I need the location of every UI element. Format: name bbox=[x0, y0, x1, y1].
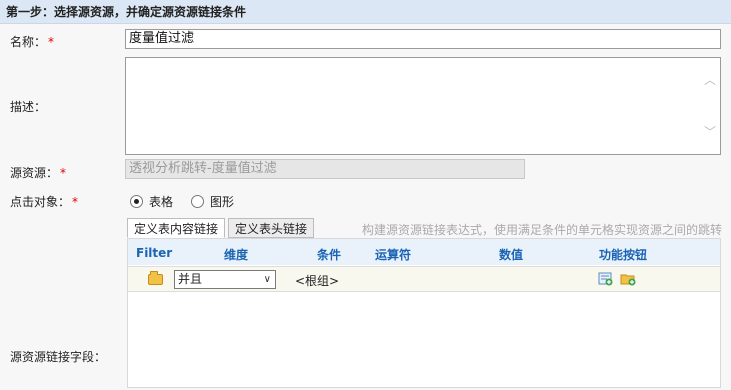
col-filter: Filter bbox=[136, 246, 173, 260]
col-dimension: 维度 bbox=[224, 248, 249, 262]
col-condition: 条件 bbox=[317, 248, 342, 262]
description-textarea[interactable]: ︿ ﹀ bbox=[125, 57, 721, 155]
folder-icon bbox=[148, 271, 163, 285]
source-input: 透视分析跳转-度量值过滤 bbox=[125, 159, 525, 179]
radio-chart-label[interactable]: 图形 bbox=[210, 193, 234, 210]
step-header: 第一步：选择源资源，并确定源资源链接条件 bbox=[0, 0, 731, 24]
scroll-down-icon[interactable]: ﹀ bbox=[704, 126, 716, 138]
tab-content-link[interactable]: 定义表内容链接 bbox=[127, 218, 226, 238]
source-label: 源资源： * bbox=[10, 166, 67, 180]
root-group-label: <根组> bbox=[295, 274, 340, 288]
logic-select[interactable]: 并且 ∨ bbox=[174, 270, 276, 289]
tab-header-link[interactable]: 定义表头链接 bbox=[228, 218, 315, 238]
chevron-down-icon: ∨ bbox=[263, 274, 271, 285]
name-input[interactable]: 度量值过滤 bbox=[125, 29, 721, 49]
name-label: 名称： * bbox=[10, 35, 55, 49]
description-label: 描述： bbox=[10, 100, 47, 114]
col-actions: 功能按钮 bbox=[599, 248, 648, 262]
required-mark: * bbox=[48, 35, 55, 49]
scroll-up-icon[interactable]: ︿ bbox=[704, 74, 716, 86]
radio-table[interactable] bbox=[130, 195, 143, 208]
click-object-radio-group: 表格 图形 bbox=[130, 193, 234, 210]
radio-table-label[interactable]: 表格 bbox=[149, 193, 173, 210]
condition-grid: Filter 维度 条件 运算符 数值 功能按钮 并且 ∨ <根组> bbox=[127, 238, 721, 388]
radio-chart[interactable] bbox=[191, 195, 205, 208]
source-fields-label: 源资源链接字段： bbox=[10, 350, 107, 364]
col-value: 数值 bbox=[499, 248, 524, 262]
required-mark: * bbox=[60, 166, 67, 180]
add-condition-icon[interactable] bbox=[598, 272, 614, 286]
hint-text: 构建源资源链接表达式，使用满足条件的单元格实现资源之间的跳转 bbox=[362, 223, 723, 237]
required-mark: * bbox=[72, 195, 79, 209]
table-row: 并且 ∨ <根组> bbox=[128, 266, 720, 292]
col-operator: 运算符 bbox=[375, 248, 412, 262]
click-object-label: 点击对象： * bbox=[10, 195, 79, 209]
add-group-icon[interactable] bbox=[620, 272, 636, 286]
grid-header: Filter 维度 条件 运算符 数值 功能按钮 bbox=[128, 239, 720, 265]
